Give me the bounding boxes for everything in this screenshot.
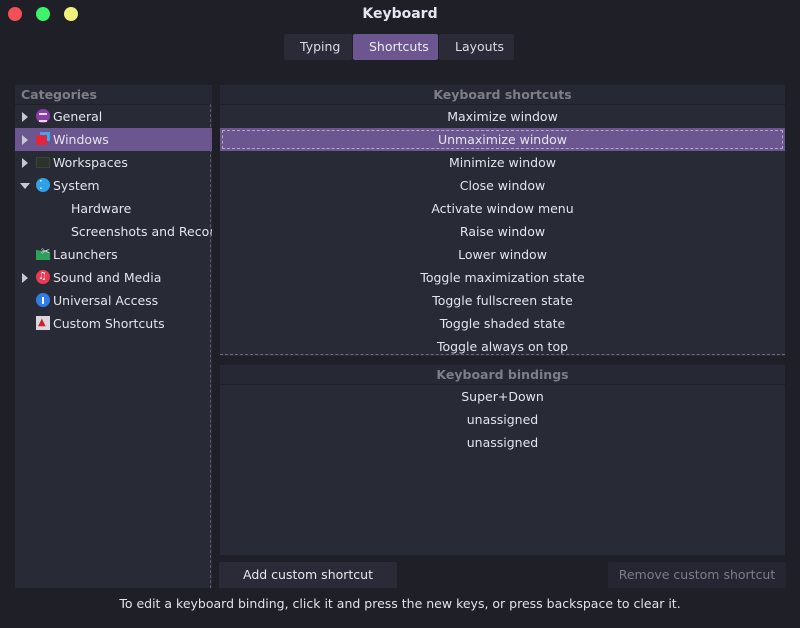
binding-row[interactable]: unassigned <box>220 408 785 431</box>
category-universal-access[interactable]: Universal Access <box>15 289 212 312</box>
title-bar: Keyboard <box>0 0 800 30</box>
shortcut-row[interactable]: Raise window <box>220 220 785 243</box>
categories-header: Categories <box>15 85 212 105</box>
shortcut-row[interactable]: Minimize window <box>220 151 785 174</box>
shortcut-row-selected[interactable]: Unmaximize window <box>220 128 785 151</box>
list-splitter[interactable] <box>220 354 785 355</box>
binding-row[interactable]: Super+Down <box>220 385 785 408</box>
bindings-list: Keyboard bindings Super+Down unassigned … <box>220 365 785 555</box>
category-custom-shortcuts[interactable]: Custom Shortcuts <box>15 312 212 335</box>
category-windows[interactable]: Windows <box>15 128 212 151</box>
category-workspaces[interactable]: Workspaces <box>15 151 212 174</box>
category-label: Screenshots and Recordings <box>71 224 212 239</box>
launchers-icon: ✂ <box>36 245 50 261</box>
shortcut-row[interactable]: Toggle shaded state <box>220 312 785 335</box>
category-general[interactable]: General <box>15 105 212 128</box>
tab-layouts[interactable]: Layouts <box>439 34 514 60</box>
pane-splitter[interactable] <box>210 104 211 588</box>
shortcuts-list: Keyboard shortcuts Maximize window Unmax… <box>220 85 785 356</box>
shortcut-row[interactable]: Activate window menu <box>220 197 785 220</box>
windows-icon <box>36 132 50 146</box>
category-hardware[interactable]: Hardware <box>15 197 212 220</box>
category-label: Windows <box>53 132 109 147</box>
category-label: General <box>53 109 103 124</box>
tab-typing[interactable]: Typing <box>284 34 352 60</box>
category-sound-and-media[interactable]: Sound and Media <box>15 266 212 289</box>
expand-arrow-icon[interactable] <box>22 158 28 168</box>
tab-bar: Typing Shortcuts Layouts <box>284 34 515 60</box>
category-screenshots-and-recordings[interactable]: Screenshots and Recordings <box>15 220 212 243</box>
category-label: Launchers <box>53 247 118 262</box>
binding-row[interactable]: unassigned <box>220 431 785 454</box>
bindings-header: Keyboard bindings <box>220 365 785 385</box>
category-system[interactable]: System <box>15 174 212 197</box>
shortcut-row[interactable]: Lower window <box>220 243 785 266</box>
category-label: Workspaces <box>53 155 128 170</box>
collapse-arrow-icon[interactable] <box>20 183 30 189</box>
expand-arrow-icon[interactable] <box>22 273 28 283</box>
category-label: System <box>53 178 100 193</box>
custom-shortcuts-icon <box>36 312 50 334</box>
workspaces-icon <box>36 157 50 168</box>
category-label: Sound and Media <box>53 270 162 285</box>
hint-text: To edit a keyboard binding, click it and… <box>119 596 681 611</box>
shortcut-row[interactable]: Close window <box>220 174 785 197</box>
shortcut-row[interactable]: Maximize window <box>220 105 785 128</box>
shortcuts-header: Keyboard shortcuts <box>220 85 785 105</box>
add-custom-shortcut-button[interactable]: Add custom shortcut <box>219 562 397 588</box>
tab-shortcuts[interactable]: Shortcuts <box>353 34 438 60</box>
sound-icon <box>36 266 50 288</box>
categories-panel: Categories General Windows Workspaces Sy… <box>15 85 212 588</box>
remove-custom-shortcut-button[interactable]: Remove custom shortcut <box>608 562 786 588</box>
system-icon <box>36 174 50 197</box>
category-label: Custom Shortcuts <box>53 316 165 331</box>
expand-arrow-icon[interactable] <box>22 112 28 122</box>
categories-tree: General Windows Workspaces System Hardwa… <box>15 105 212 335</box>
category-label: Hardware <box>71 201 132 216</box>
window-title: Keyboard <box>362 6 438 22</box>
category-launchers[interactable]: ✂ Launchers <box>15 243 212 266</box>
shortcut-row[interactable]: Toggle fullscreen state <box>220 289 785 312</box>
shortcut-row[interactable]: Toggle maximization state <box>220 266 785 289</box>
universal-access-icon <box>36 293 50 307</box>
keyboard-icon <box>36 109 50 123</box>
expand-arrow-icon[interactable] <box>22 135 28 145</box>
category-label: Universal Access <box>53 293 159 308</box>
